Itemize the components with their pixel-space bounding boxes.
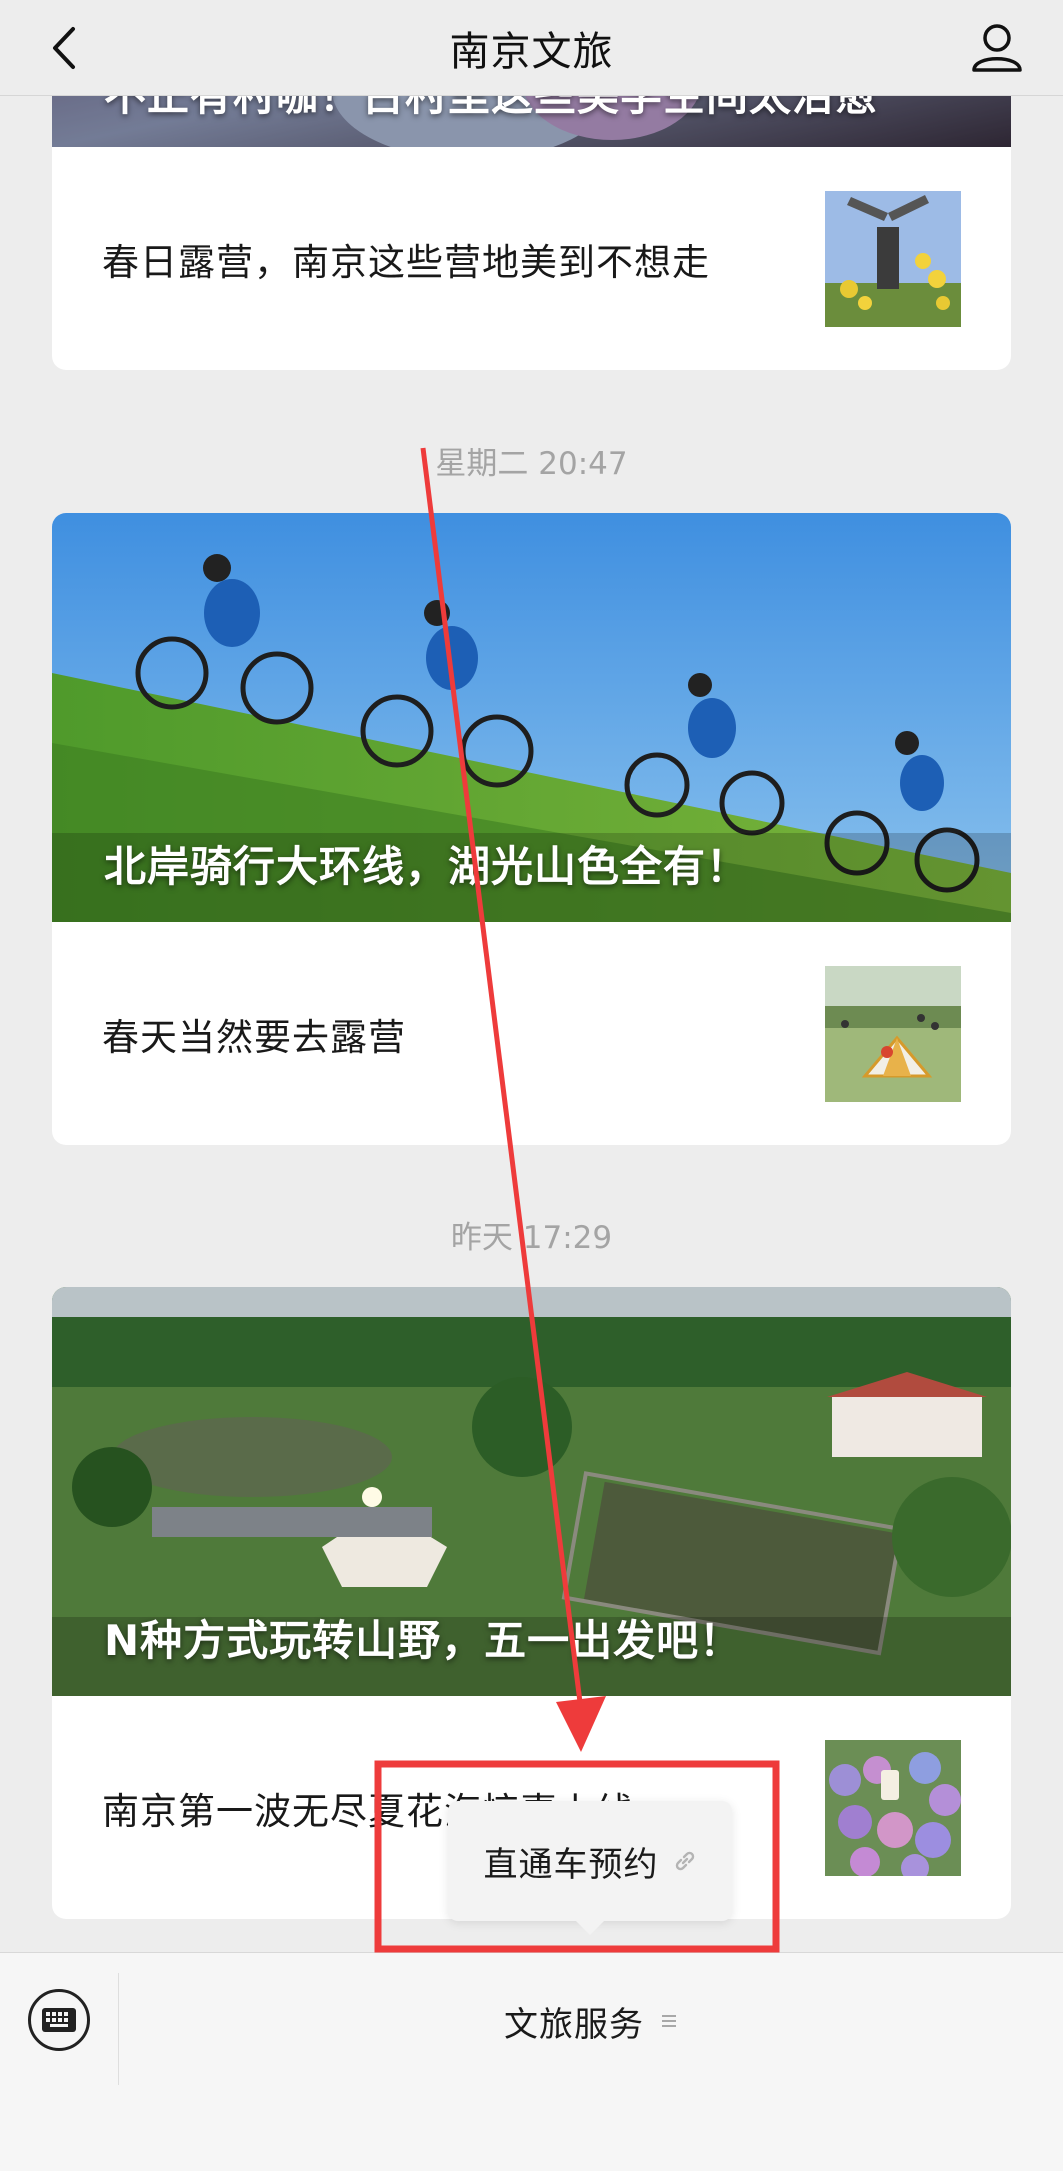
submenu-item-label[interactable]: 直通车预约 xyxy=(484,1837,659,1886)
keyboard-icon xyxy=(42,2008,76,2032)
article-thumbnail xyxy=(825,965,961,1102)
article-sub-item[interactable]: 春天当然要去露营 xyxy=(52,922,1011,1145)
article-sub-title: 春日露营，南京这些营地美到不想走 xyxy=(102,240,710,284)
article-cover-title: N种方式玩转山野，五一出发吧！ xyxy=(104,1616,743,1665)
article-cover-title: 北岸骑行大环线，湖光山色全有！ xyxy=(104,842,750,891)
page-title: 南京文旅 xyxy=(449,28,614,75)
article-cover[interactable]: N种方式玩转山野，五一出发吧！ xyxy=(52,1287,1011,1696)
person-icon xyxy=(972,24,1022,72)
submenu-popup: 直通车预约 xyxy=(448,1801,732,1935)
link-icon xyxy=(675,1851,694,1871)
message-timestamp: 昨天 17:29 xyxy=(450,1220,613,1256)
menu-button-cultural-tourism-services[interactable]: 文旅服务 xyxy=(119,1953,1063,2089)
keyboard-toggle-button[interactable] xyxy=(28,1989,90,2051)
account-profile-button[interactable] xyxy=(965,16,1029,80)
menu-lines-icon xyxy=(662,2015,676,2027)
back-button[interactable] xyxy=(36,20,92,76)
article-cover[interactable]: 北岸骑行大环线，湖光山色全有！ xyxy=(52,513,1011,922)
menu-button-label: 文旅服务 xyxy=(504,2004,644,2045)
article-card[interactable]: 北岸骑行大环线，湖光山色全有！ 春天当然要去露营 xyxy=(52,513,1011,1145)
message-feed: 不止有村咖！古村里这些美学空间太治愈 春日露营，南京这些营地美到不想走 xyxy=(0,0,1063,1952)
article-sub-item[interactable]: 春日露营，南京这些营地美到不想走 xyxy=(52,147,1011,370)
chevron-left-icon xyxy=(53,27,75,69)
article-thumbnail xyxy=(825,190,961,327)
top-navigation-bar: 南京文旅 xyxy=(0,0,1063,96)
message-timestamp: 星期二 20:47 xyxy=(435,446,628,482)
article-sub-title: 春天当然要去露营 xyxy=(102,1015,406,1059)
article-thumbnail xyxy=(825,1739,961,1876)
bottom-menu-bar: 文旅服务 xyxy=(0,1952,1063,2171)
